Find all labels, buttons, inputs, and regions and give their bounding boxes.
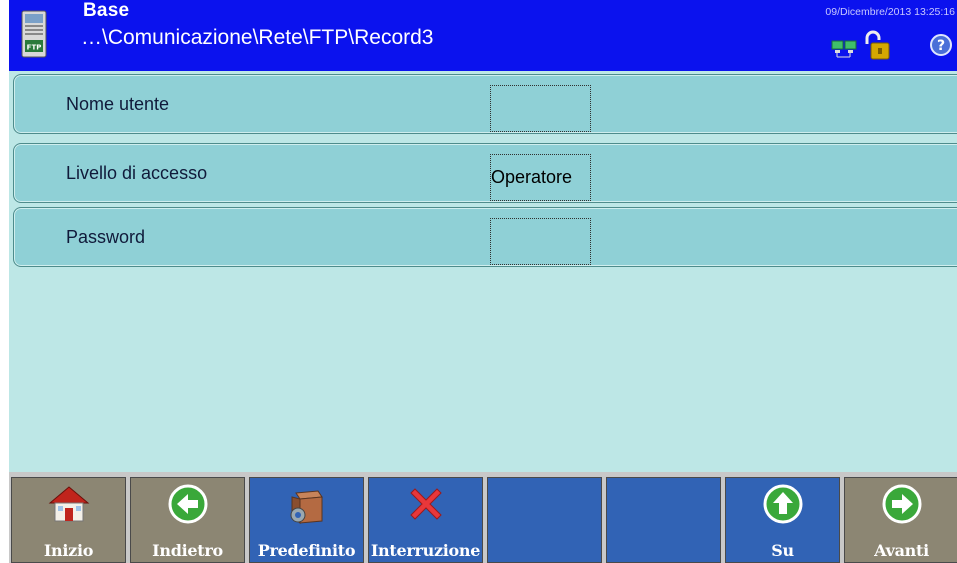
title-bar: FTP Base …\Comunicazione\Rete\FTP\Record… bbox=[9, 0, 957, 71]
lock-open-icon[interactable] bbox=[862, 30, 890, 60]
row-label: Password bbox=[66, 227, 146, 247]
default-button[interactable]: Predefinito bbox=[249, 477, 364, 563]
svg-text:?: ? bbox=[937, 38, 945, 54]
row-nome-utente[interactable]: Nome utente bbox=[13, 74, 957, 134]
home-icon bbox=[48, 486, 89, 522]
back-button-label: Indietro bbox=[152, 541, 223, 560]
row-password[interactable]: Password bbox=[13, 207, 957, 267]
next-button-label: Avanti bbox=[874, 541, 929, 560]
network-status-icon[interactable] bbox=[831, 38, 861, 58]
next-button[interactable]: Avanti bbox=[844, 477, 957, 563]
cancel-button-label: Interruzione bbox=[370, 541, 481, 560]
row-label: Nome utente bbox=[66, 94, 170, 114]
arrow-right-icon bbox=[882, 484, 921, 524]
svg-text:FTP: FTP bbox=[27, 44, 42, 52]
access-level-field[interactable]: Operatore bbox=[490, 154, 591, 201]
home-button-label: Inizio bbox=[43, 541, 94, 560]
arrow-left-icon bbox=[168, 484, 207, 524]
up-button[interactable]: Su bbox=[725, 477, 840, 563]
softkey-bar: Inizio Indietro Predefinito Interruzione bbox=[9, 472, 957, 563]
breadcrumb: …\Comunicazione\Rete\FTP\Record3 bbox=[81, 26, 434, 49]
default-button-label: Predefinito bbox=[257, 541, 356, 560]
ftp-icon: FTP bbox=[21, 10, 47, 58]
arrow-up-icon bbox=[763, 484, 802, 524]
page-title: Base bbox=[83, 0, 130, 21]
back-button[interactable]: Indietro bbox=[130, 477, 245, 563]
empty-softkey-5[interactable] bbox=[487, 477, 602, 563]
username-field[interactable] bbox=[490, 85, 591, 132]
up-button-label: Su bbox=[771, 541, 794, 560]
row-livello-accesso[interactable]: Livello di accesso Operatore bbox=[13, 143, 957, 203]
cancel-button[interactable]: Interruzione bbox=[368, 477, 483, 563]
row-label: Livello di accesso bbox=[66, 163, 208, 183]
empty-softkey-6[interactable] bbox=[606, 477, 721, 563]
password-field[interactable] bbox=[490, 218, 591, 265]
home-button[interactable]: Inizio bbox=[11, 477, 126, 563]
datetime-display: 09/Dicembre/2013 13:25:16 bbox=[825, 6, 955, 18]
settings-panel: Nome utente Livello di accesso Operatore… bbox=[9, 71, 957, 472]
help-icon[interactable]: ? bbox=[930, 34, 952, 56]
default-box-gear-icon bbox=[290, 490, 323, 524]
cancel-x-icon bbox=[409, 488, 442, 520]
